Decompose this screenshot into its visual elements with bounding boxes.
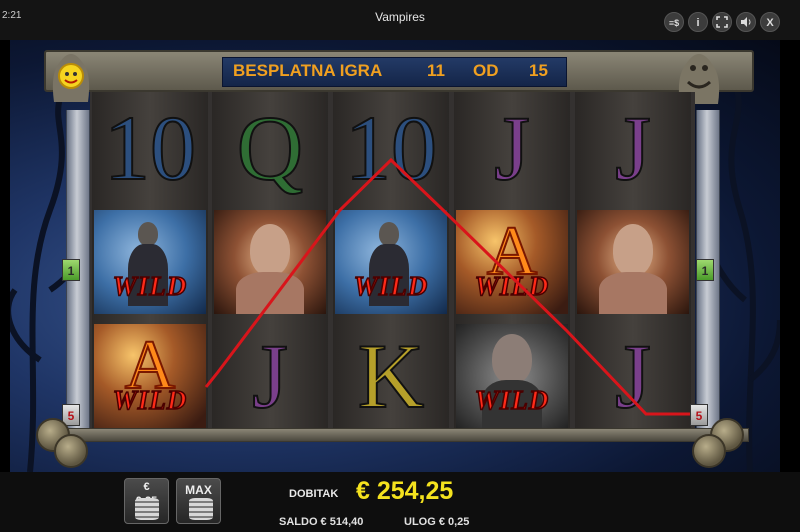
free-game-of: OD xyxy=(473,61,499,80)
free-game-current: 11 xyxy=(427,61,445,80)
max-bet-button[interactable]: MAX xyxy=(176,478,221,524)
symbol-ace-wild: A WILD xyxy=(456,210,568,314)
wild-label: WILD xyxy=(474,384,550,416)
symbol-jack: J xyxy=(214,324,326,428)
left-line-1-marker[interactable]: 1 xyxy=(62,259,80,281)
symbol-label: J xyxy=(251,325,289,427)
wild-label: WILD xyxy=(474,270,550,302)
symbol-vampire-woman xyxy=(577,210,689,314)
game-scene: BESPLATNA IGRA 11 OD 15 10 Q 10 J J WILD… xyxy=(10,40,780,472)
free-games-banner: BESPLATNA IGRA 11 OD 15 xyxy=(222,57,567,87)
right-line-5-marker[interactable]: 5 xyxy=(690,404,708,426)
vampire-man-picture: WILD xyxy=(94,210,206,314)
symbol-jack: J xyxy=(456,96,568,200)
info-icon[interactable]: i xyxy=(688,12,708,32)
balance-display: SALDO € 514,40 xyxy=(279,516,364,528)
symbol-vampire-man-wild: WILD xyxy=(94,210,206,314)
close-icon[interactable]: X xyxy=(760,12,780,32)
bet-display: ULOG € 0,25 xyxy=(404,516,470,528)
symbol-queen: Q xyxy=(214,96,326,200)
bottom-frame xyxy=(52,428,749,442)
ace-fire-picture: A WILD xyxy=(94,324,206,428)
sound-icon[interactable] xyxy=(736,12,756,32)
wild-label: WILD xyxy=(353,270,429,302)
symbol-label: 10 xyxy=(103,97,197,199)
symbol-king: K xyxy=(335,324,447,428)
symbol-label: K xyxy=(357,325,425,427)
fullscreen-icon[interactable] xyxy=(712,12,732,32)
free-game-total: 15 xyxy=(529,61,548,80)
reel-area: 10 Q 10 J J WILD WILD A WILD A WILD J K … xyxy=(90,92,695,440)
bet-value-button[interactable]: € 0,25 xyxy=(124,478,169,524)
left-ornament-icon xyxy=(54,434,88,468)
logo-sun-icon xyxy=(52,54,90,102)
bet-currency: € xyxy=(143,481,150,493)
paytable-button[interactable]: ≡$ xyxy=(664,12,684,32)
right-line-1-marker[interactable]: 1 xyxy=(696,259,714,281)
symbol-label: Q xyxy=(236,97,304,199)
symbol-ten: 10 xyxy=(94,96,206,200)
chip-stack-icon xyxy=(135,498,159,520)
win-amount: € 254,25 xyxy=(356,477,454,505)
symbol-ace-wild: A WILD xyxy=(94,324,206,428)
max-label: MAX xyxy=(185,483,212,497)
vampire-woman-picture xyxy=(214,210,326,314)
wild-label: WILD xyxy=(112,270,188,302)
symbol-label: J xyxy=(614,97,652,199)
speaker-icon xyxy=(741,17,751,27)
vampire-woman-picture xyxy=(577,210,689,314)
right-ornament-icon xyxy=(692,434,726,468)
free-game-label: BESPLATNA IGRA xyxy=(233,61,383,80)
symbol-jack: J xyxy=(577,324,689,428)
win-label: DOBITAK xyxy=(289,488,339,500)
symbol-jack: J xyxy=(577,96,689,200)
symbol-label: J xyxy=(614,325,652,427)
wild-label: WILD xyxy=(112,384,188,416)
vampire-man-picture: WILD xyxy=(335,210,447,314)
control-bar: € 0,25 MAX DOBITAK € 254,25 SALDO € 514,… xyxy=(0,472,800,532)
symbol-vampire-woman xyxy=(214,210,326,314)
chip-stack-icon xyxy=(189,498,213,520)
symbol-vampire-man-wild: WILD xyxy=(335,210,447,314)
title-bar: 2:21 Vampires ≡$ i X xyxy=(0,0,800,40)
fullscreen-glyph-icon xyxy=(716,16,728,28)
symbol-ten: 10 xyxy=(335,96,447,200)
symbol-label: J xyxy=(493,97,531,199)
symbol-vampire-boy-wild: WILD xyxy=(456,324,568,428)
vampire-boy-picture: WILD xyxy=(456,324,568,428)
ace-fire-picture: A WILD xyxy=(456,210,568,314)
symbol-label: 10 xyxy=(344,97,438,199)
